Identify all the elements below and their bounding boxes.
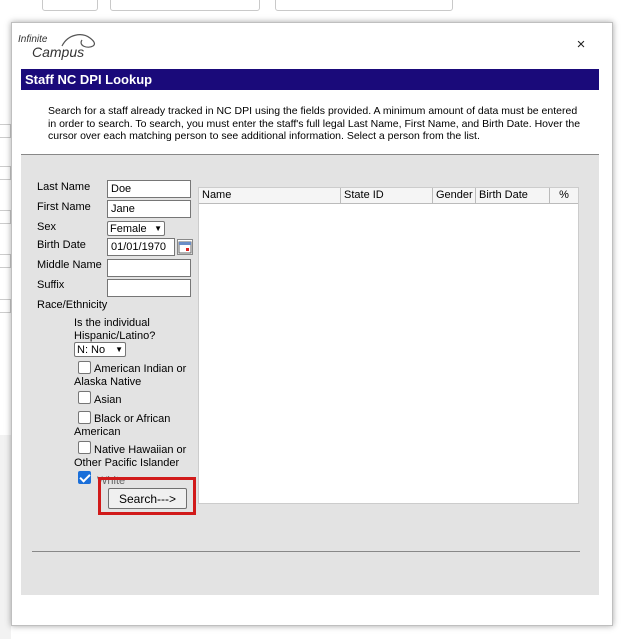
background-button: [42, 0, 98, 11]
panel-divider: [32, 551, 580, 552]
suffix-input[interactable]: [107, 279, 191, 297]
background-panel: [0, 435, 11, 639]
background-field: [0, 254, 11, 268]
column-birth-date[interactable]: Birth Date: [476, 188, 550, 203]
middle-name-input[interactable]: [107, 259, 191, 277]
background-field: [0, 166, 11, 180]
birth-date-input[interactable]: [107, 238, 175, 256]
hispanic-select[interactable]: N: No ▼: [74, 342, 126, 357]
sex-label: Sex: [37, 221, 56, 233]
suffix-label: Suffix: [37, 279, 65, 291]
sex-select-value: Female: [110, 222, 147, 235]
background-field: [0, 210, 11, 224]
race-ethnicity-label: Race/Ethnicity: [37, 299, 108, 311]
instructions-text: Search for a staff already tracked in NC…: [48, 105, 581, 142]
column-state-id[interactable]: State ID: [341, 188, 433, 203]
first-name-label: First Name: [37, 201, 91, 213]
dialog-title: Staff NC DPI Lookup: [21, 69, 599, 90]
race-label-asian: Asian: [94, 394, 122, 406]
results-header: Name State ID Gender Birth Date %: [199, 188, 578, 204]
infinite-campus-logo: Infinite Campus: [18, 32, 108, 62]
search-button[interactable]: Search--->: [108, 488, 187, 509]
race-label-american-indian: American Indian or Alaska Native: [74, 363, 187, 388]
column-percent[interactable]: %: [550, 188, 578, 203]
background-field: [0, 124, 11, 138]
results-table: Name State ID Gender Birth Date %: [198, 187, 579, 504]
race-label-black: Black or African American: [74, 413, 171, 438]
background-button: [110, 0, 260, 11]
background-button: [275, 0, 453, 11]
background-field: [0, 299, 11, 313]
sex-select[interactable]: Female ▼: [107, 221, 165, 236]
race-checkbox-asian[interactable]: [78, 391, 91, 404]
column-name[interactable]: Name: [199, 188, 341, 203]
column-gender[interactable]: Gender: [433, 188, 476, 203]
chevron-down-icon: ▼: [115, 345, 123, 354]
birth-date-label: Birth Date: [37, 239, 86, 251]
lookup-dialog: Infinite Campus × Staff NC DPI Lookup Se…: [11, 22, 613, 626]
race-label-native-hawaiian: Native Hawaiian or Other Pacific Islande…: [74, 444, 187, 469]
middle-name-label: Middle Name: [37, 259, 102, 271]
race-checkbox-white[interactable]: [78, 471, 91, 484]
hispanic-select-value: N: No: [77, 343, 106, 356]
chevron-down-icon: ▼: [154, 224, 162, 233]
hispanic-question: Is the individual Hispanic/Latino?: [74, 317, 156, 342]
last-name-label: Last Name: [37, 181, 91, 193]
background-topbar: [0, 0, 635, 12]
calendar-glyph: [178, 241, 192, 254]
logo-text-bottom: Campus: [32, 44, 85, 60]
close-button[interactable]: ×: [573, 36, 589, 53]
calendar-icon[interactable]: [177, 239, 193, 255]
first-name-input[interactable]: [107, 200, 191, 218]
last-name-input[interactable]: [107, 180, 191, 198]
